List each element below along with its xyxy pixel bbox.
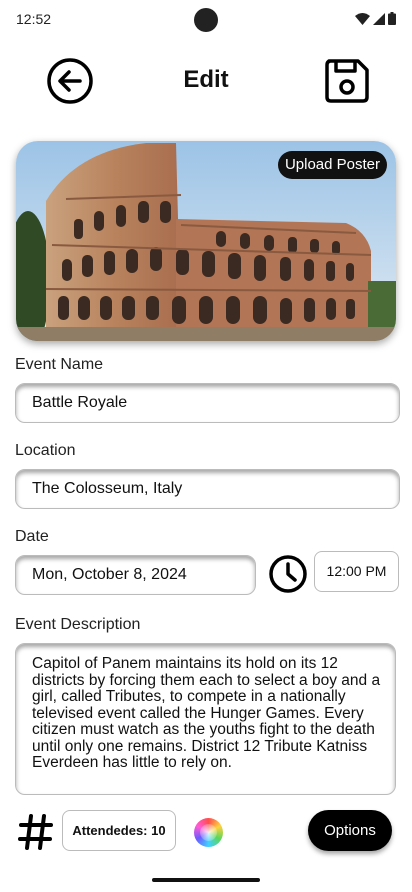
upload-poster-button[interactable]: Upload Poster [277,151,387,179]
status-bar: 12:52 [0,0,412,40]
event-name-field[interactable]: Battle Royale [15,383,400,423]
location-label: Location [15,442,76,459]
event-poster: Upload Poster [16,141,396,341]
save-button[interactable] [322,56,372,106]
signal-icon [373,12,385,25]
home-indicator[interactable] [152,878,260,882]
time-picker-button[interactable] [268,554,308,594]
date-field[interactable]: Mon, October 8, 2024 [15,555,256,595]
date-label: Date [15,528,49,545]
event-description-field[interactable]: Capitol of Panem maintains its hold on i… [15,643,396,795]
location-field[interactable]: The Colosseum, Italy [15,469,400,509]
clock-icon [269,555,307,593]
event-description-label: Event Description [15,616,141,633]
event-description-value: Capitol of Panem maintains its hold on i… [32,655,381,771]
options-button[interactable]: Options [308,810,392,851]
color-wheel-icon[interactable] [194,818,223,847]
date-value: Mon, October 8, 2024 [32,566,187,583]
time-field[interactable]: 12:00 PM [314,551,399,592]
status-icons [355,12,396,25]
floppy-disk-icon [325,59,369,103]
event-name-value: Battle Royale [32,394,128,411]
wifi-icon [355,12,370,25]
hashtag-icon [18,814,53,850]
event-name-label: Event Name [15,356,104,373]
status-time: 12:52 [16,11,52,27]
tags-button[interactable] [18,812,54,852]
attendees-button[interactable]: Attendedes: 10 [62,810,176,851]
camera-cutout [194,8,218,32]
location-value: The Colosseum, Italy [32,480,183,497]
battery-icon [388,12,396,25]
